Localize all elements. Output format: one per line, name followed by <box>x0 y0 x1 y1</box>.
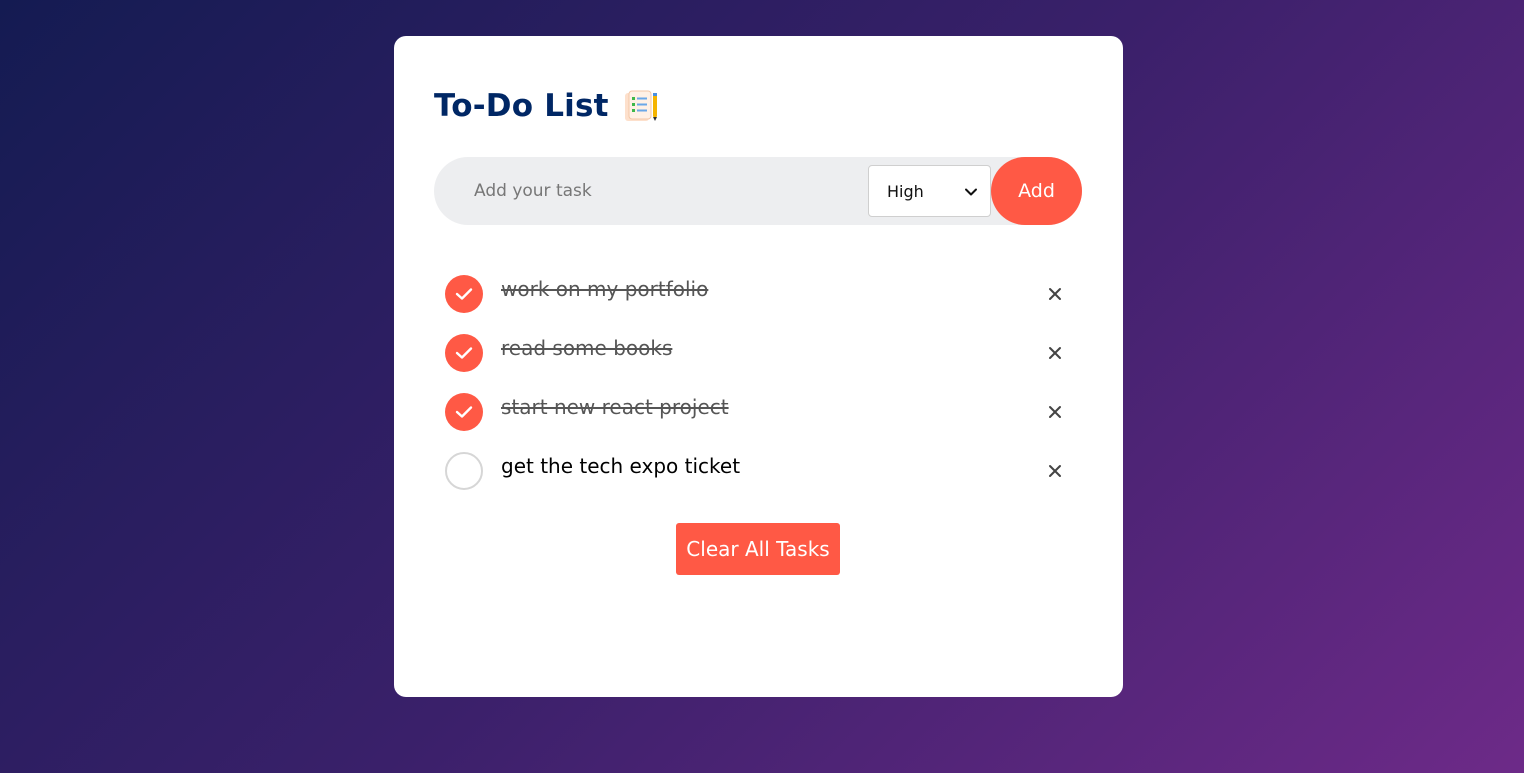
task-checkbox[interactable] <box>445 393 483 431</box>
list-item: work on my portfolio <box>444 273 1072 332</box>
task-input-row: High Add <box>434 157 1082 225</box>
task-input[interactable] <box>434 157 864 225</box>
chevron-down-icon <box>964 184 978 198</box>
close-icon[interactable] <box>1044 342 1066 364</box>
task-text[interactable]: read some books <box>501 336 672 360</box>
list-item: get the tech expo ticket <box>444 450 1072 509</box>
todo-card: To-Do List High <box>394 36 1123 697</box>
notepad-icon <box>623 89 659 123</box>
priority-select[interactable]: High <box>868 165 991 217</box>
task-list: work on my portfolio read some books sta… <box>444 273 1072 509</box>
list-item: read some books <box>444 332 1072 391</box>
task-checkbox[interactable] <box>445 334 483 372</box>
add-button[interactable]: Add <box>991 157 1082 225</box>
close-icon[interactable] <box>1044 283 1066 305</box>
list-item: start new react project <box>444 391 1072 450</box>
title-row: To-Do List <box>434 88 659 124</box>
page-title: To-Do List <box>434 88 609 124</box>
clear-all-button[interactable]: Clear All Tasks <box>676 523 840 575</box>
task-checkbox[interactable] <box>445 275 483 313</box>
task-checkbox[interactable] <box>445 452 483 490</box>
priority-selected-value: High <box>887 181 924 201</box>
close-icon[interactable] <box>1044 401 1066 423</box>
close-icon[interactable] <box>1044 460 1066 482</box>
task-text[interactable]: work on my portfolio <box>501 277 708 301</box>
task-text[interactable]: start new react project <box>501 395 729 419</box>
task-text[interactable]: get the tech expo ticket <box>501 454 740 478</box>
